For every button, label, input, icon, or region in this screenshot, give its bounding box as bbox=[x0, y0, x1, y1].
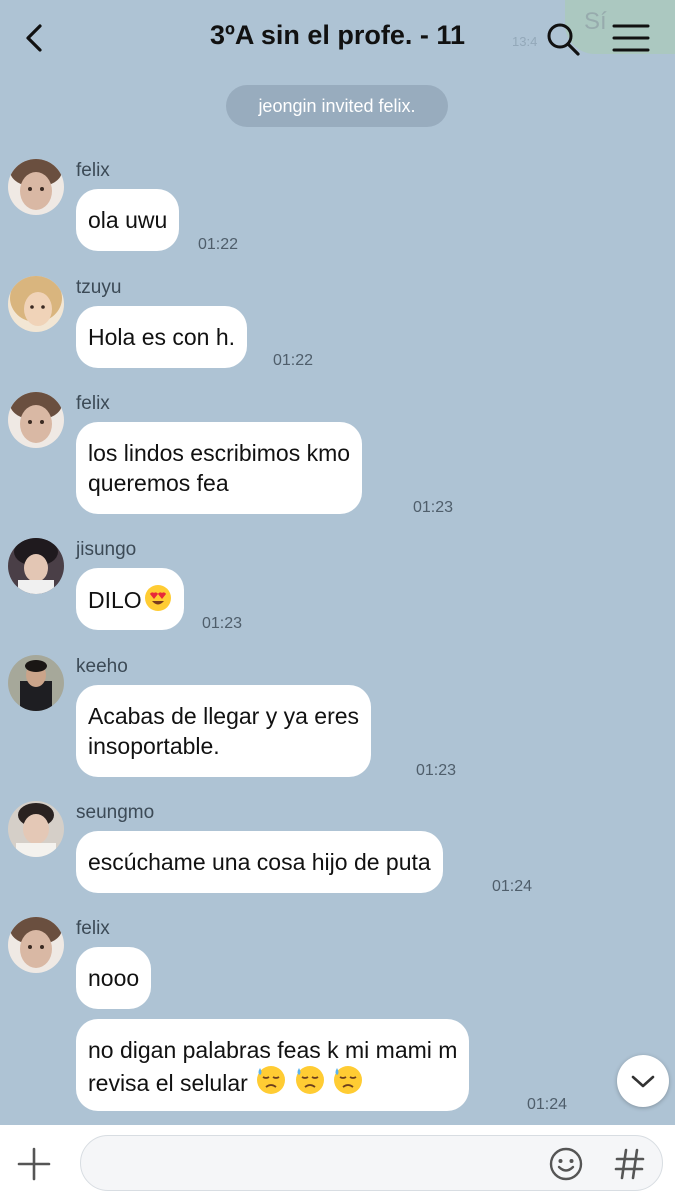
message-bubble[interactable]: escúchame una cosa hijo de puta bbox=[76, 831, 443, 893]
message-text: insoportable. bbox=[88, 733, 220, 759]
avatar[interactable] bbox=[8, 276, 64, 332]
avatar[interactable] bbox=[8, 159, 64, 215]
add-attachment-button[interactable] bbox=[16, 1146, 52, 1182]
sender-name: felix bbox=[76, 393, 110, 414]
felix-avatar-icon bbox=[8, 159, 64, 215]
message-text: queremos fea bbox=[88, 470, 229, 496]
search-icon bbox=[547, 23, 580, 56]
tzuyu-avatar-icon bbox=[8, 276, 64, 332]
sender-name: keeho bbox=[76, 656, 128, 677]
felix-avatar-icon bbox=[8, 392, 64, 448]
message-text: nooo bbox=[88, 965, 140, 991]
avatar[interactable] bbox=[8, 801, 64, 857]
message-bubble[interactable]: Hola es con h. bbox=[76, 306, 248, 368]
avatar[interactable] bbox=[8, 538, 64, 594]
heart-eyes-emoji-icon bbox=[144, 585, 171, 611]
message-text: DILO bbox=[88, 587, 142, 613]
message-time: 01:22 bbox=[198, 236, 239, 253]
sender-name: tzuyu bbox=[76, 277, 122, 298]
avatar[interactable] bbox=[8, 917, 64, 973]
sender-name: seungmo bbox=[76, 802, 155, 823]
message-text: no digan palabras feas k mi mami m bbox=[88, 1037, 458, 1063]
message-line: DILO bbox=[88, 584, 172, 615]
keeho-avatar-icon bbox=[8, 655, 64, 711]
downcast-sweat-emoji-icon bbox=[257, 1066, 286, 1094]
hamburger-menu-icon bbox=[612, 24, 650, 52]
message-text: Hola es con h. bbox=[88, 324, 236, 350]
jisungo-avatar-icon bbox=[8, 538, 64, 594]
message-text: revisa el selular bbox=[88, 1070, 248, 1096]
emoji-button[interactable] bbox=[548, 1146, 584, 1182]
downcast-sweat-emoji-icon bbox=[333, 1066, 362, 1094]
sender-name: felix bbox=[76, 160, 110, 181]
message-bubble[interactable]: ola uwu bbox=[76, 189, 180, 251]
message-text: ola uwu bbox=[88, 207, 168, 233]
message-bubble[interactable]: nooo bbox=[76, 947, 152, 1009]
search-button[interactable] bbox=[544, 20, 582, 58]
message-text: Acabas de llegar y ya eres bbox=[88, 703, 360, 729]
menu-button[interactable] bbox=[612, 20, 650, 56]
plus-icon bbox=[17, 1147, 51, 1181]
message-bubble[interactable]: Acabas de llegar y ya eres insoportable. bbox=[76, 685, 372, 777]
emoji-icon bbox=[549, 1147, 583, 1181]
avatar[interactable] bbox=[8, 392, 64, 448]
scroll-to-bottom-button[interactable] bbox=[617, 1055, 669, 1107]
hashtag-button[interactable] bbox=[612, 1146, 648, 1182]
message-bubble[interactable]: no digan palabras feas k mi mami m revis… bbox=[76, 1019, 470, 1111]
message-text: escúchame una cosa hijo de puta bbox=[88, 849, 431, 875]
message-time: 01:23 bbox=[416, 762, 457, 779]
sender-name: felix bbox=[76, 918, 110, 939]
avatar[interactable] bbox=[8, 655, 64, 711]
system-message: jeongin invited felix. bbox=[226, 85, 448, 127]
sender-name: jisungo bbox=[76, 539, 137, 560]
downcast-sweat-emoji-icon bbox=[295, 1066, 324, 1094]
chevron-down-icon bbox=[631, 1075, 655, 1088]
message-time: 01:24 bbox=[492, 878, 533, 895]
seungmo-avatar-icon bbox=[8, 801, 64, 857]
message-time: 01:24 bbox=[527, 1096, 568, 1113]
message-time: 01:23 bbox=[202, 615, 243, 632]
message-text: los lindos escribimos kmo bbox=[88, 440, 351, 466]
message-time: 01:23 bbox=[413, 499, 454, 516]
message-bubble[interactable]: DILO bbox=[76, 568, 184, 630]
hashtag-icon bbox=[614, 1148, 645, 1180]
message-line: revisa el selular bbox=[88, 1065, 457, 1098]
message-bubble[interactable]: los lindos escribimos kmo queremos fea bbox=[76, 422, 363, 514]
message-time: 01:22 bbox=[273, 352, 314, 369]
felix-avatar-icon bbox=[8, 917, 64, 973]
